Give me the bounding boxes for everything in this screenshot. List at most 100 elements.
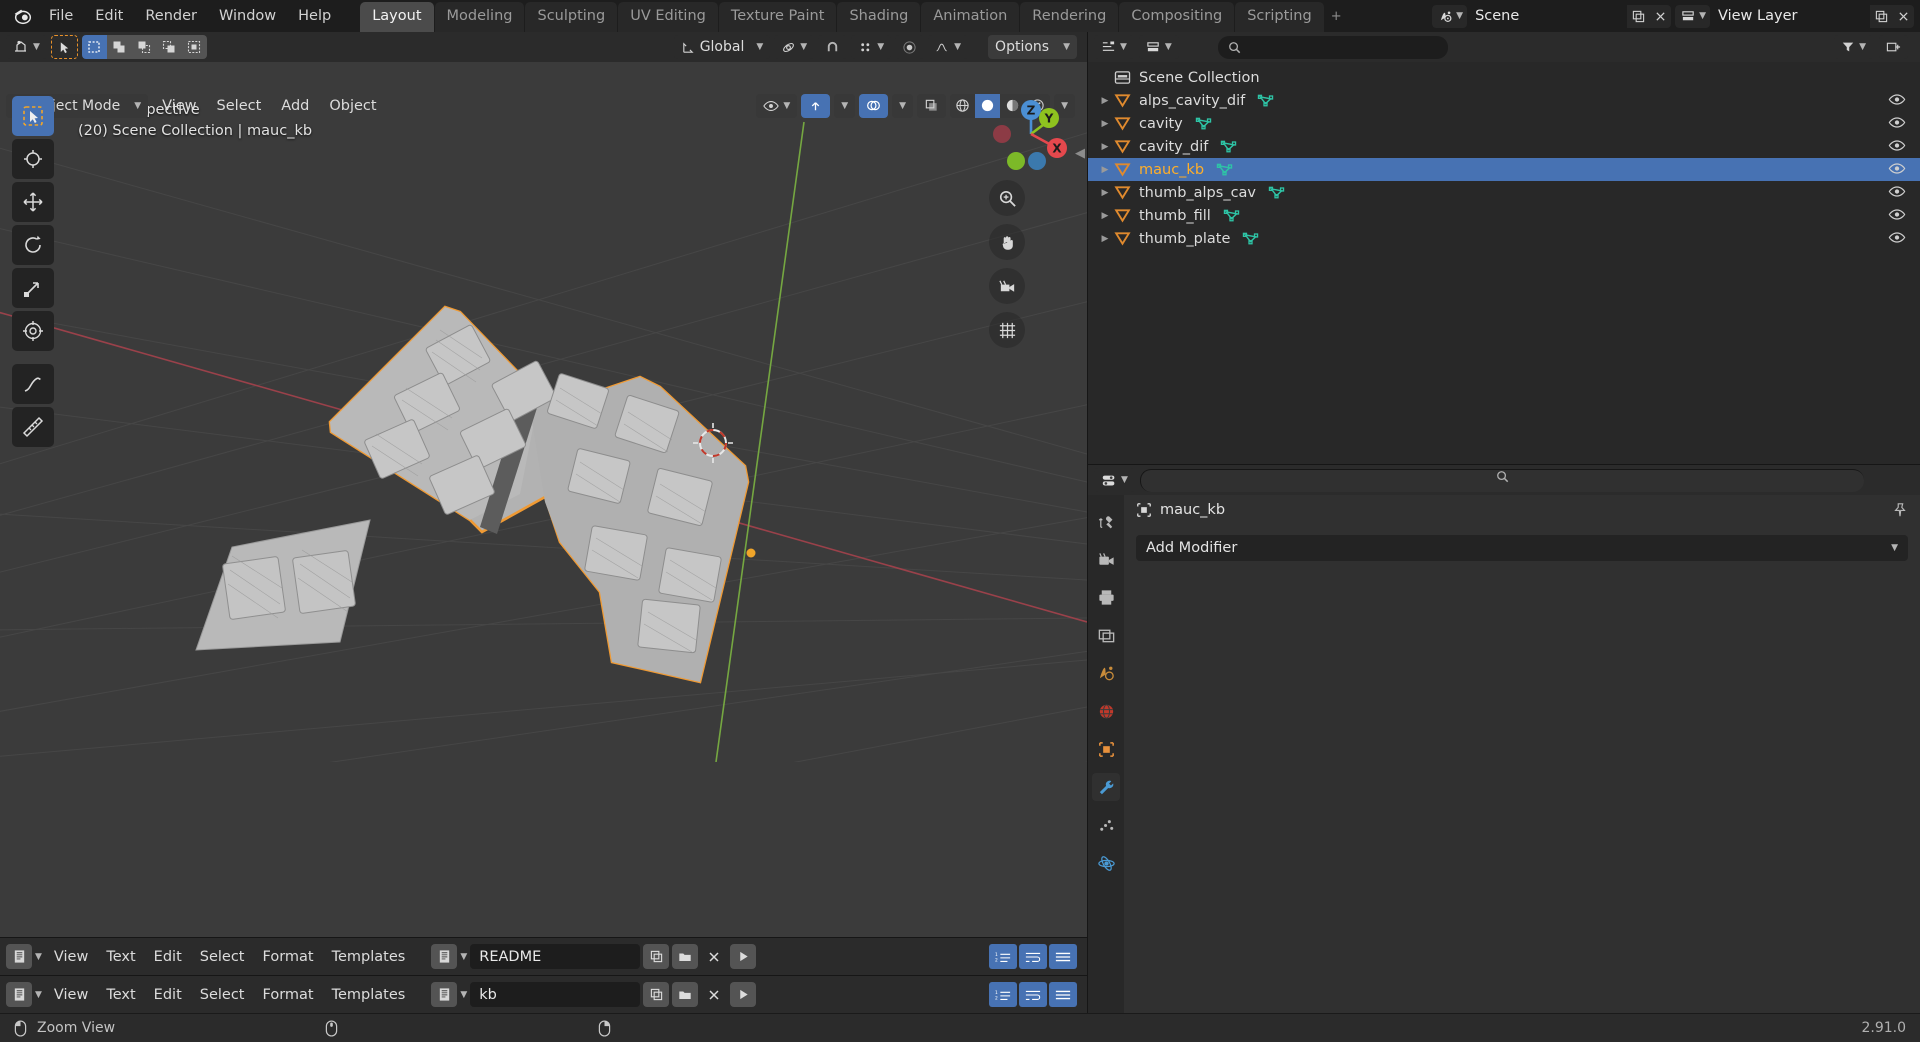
text-editor-2-menu-format[interactable]: Format [254, 984, 323, 1006]
top-menu-edit[interactable]: Edit [84, 4, 134, 28]
unlink-scene-icon[interactable] [1649, 4, 1672, 28]
workspace-tab-compositing[interactable]: Compositing [1119, 2, 1235, 32]
outliner-display-mode-dropdown[interactable]: ▼ [1138, 35, 1179, 59]
properties-tab-view-layer[interactable] [1092, 621, 1120, 649]
properties-editor-type-icon[interactable]: ▼ [1094, 468, 1135, 492]
text-editor-1-menu-view[interactable]: View [45, 946, 97, 968]
top-menu-help[interactable]: Help [287, 4, 342, 28]
syntax-highlight-icon[interactable] [1049, 944, 1077, 969]
scene-browse-icon[interactable]: ▼ [1432, 4, 1468, 28]
text-editor-1-menu-text[interactable]: Text [97, 946, 144, 968]
select-mode-set[interactable] [81, 35, 107, 59]
add-workspace-button[interactable]: + [1325, 5, 1348, 28]
syntax-highlight-icon[interactable] [1049, 982, 1077, 1007]
text-editor-2-open-icon[interactable] [672, 982, 699, 1007]
viewport-options-dropdown[interactable]: Options ▼ [988, 35, 1077, 59]
expand-arrow-icon[interactable]: ▶ [1096, 119, 1114, 129]
overlays-dropdown[interactable]: ▼ [892, 93, 914, 118]
word-wrap-icon[interactable] [1019, 944, 1047, 969]
view-layer-name-field[interactable]: View Layer [1710, 4, 1870, 28]
mesh-data-icon[interactable] [1223, 208, 1240, 223]
mesh-data-icon[interactable] [1220, 139, 1237, 154]
transform-orientation-dropdown[interactable]: Global ▼ [673, 35, 771, 59]
workspace-tab-uv-editing[interactable]: UV Editing [618, 2, 718, 32]
new-view-layer-icon[interactable] [1870, 4, 1892, 28]
select-tool-icon[interactable] [50, 35, 78, 59]
workspace-tab-layout[interactable]: Layout [360, 2, 434, 32]
outliner-row-thumb_alps_cav[interactable]: ▶ thumb_alps_cav [1088, 181, 1920, 204]
text-editor-1-menu-format[interactable]: Format [254, 946, 323, 968]
gizmo-icon[interactable] [801, 93, 831, 118]
outliner-search-input[interactable] [1217, 35, 1448, 59]
properties-tab-render[interactable] [1092, 545, 1120, 573]
text-editor-2-menu-view[interactable]: View [45, 984, 97, 1006]
word-wrap-icon[interactable] [1019, 982, 1047, 1007]
workspace-tab-rendering[interactable]: Rendering [1020, 2, 1119, 32]
expand-arrow-icon[interactable]: ▶ [1096, 234, 1114, 244]
text-editor-1-open-icon[interactable] [672, 944, 699, 969]
mesh-data-icon[interactable] [1257, 93, 1274, 108]
text-editor-1-menu-edit[interactable]: Edit [145, 946, 191, 968]
expand-arrow-icon[interactable]: ▶ [1096, 211, 1114, 221]
text-editor-2-menu-edit[interactable]: Edit [145, 984, 191, 1006]
top-menu-render[interactable]: Render [134, 4, 208, 28]
outliner-row-thumb_fill[interactable]: ▶ thumb_fill [1088, 204, 1920, 227]
outliner-row-cavity_dif[interactable]: ▶ cavity_dif [1088, 135, 1920, 158]
properties-tab-world[interactable] [1092, 697, 1120, 725]
text-editor-2-menu-text[interactable]: Text [97, 984, 144, 1006]
outliner-editor-type-icon[interactable]: ▼ [1094, 35, 1134, 59]
text-editor-2-menu-select[interactable]: Select [191, 984, 254, 1006]
text-editor-1-datablock-icon[interactable] [431, 944, 458, 969]
shading-wireframe-icon[interactable] [950, 93, 976, 118]
view-layer-selector[interactable]: ▼ View Layer [1675, 4, 1914, 28]
select-mode-subtract[interactable] [131, 35, 157, 59]
measure-tool[interactable] [12, 407, 54, 447]
expand-arrow-icon[interactable]: ▶ [1096, 165, 1114, 175]
outliner-row-alps_cavity_dif[interactable]: ▶ alps_cavity_dif [1088, 89, 1920, 112]
text-editor-1-run-icon[interactable] [730, 944, 757, 969]
mesh-data-icon[interactable] [1216, 162, 1233, 177]
workspace-tab-sculpting[interactable]: Sculpting [525, 2, 618, 32]
workspace-tab-shading[interactable]: Shading [837, 2, 921, 32]
expand-arrow-icon[interactable]: ▶ [1096, 142, 1114, 152]
pin-icon[interactable] [1892, 502, 1908, 518]
expand-arrow-icon[interactable]: ▶ [1096, 188, 1114, 198]
sidebar-collapse-arrow-icon[interactable]: ◀ [1075, 146, 1085, 161]
cursor-tool[interactable] [12, 139, 54, 179]
workspace-tab-modeling[interactable]: Modeling [434, 2, 525, 32]
outliner-visibility-eye-icon[interactable] [1888, 115, 1906, 130]
text-editor-2-unlink-icon[interactable] [701, 982, 727, 1007]
outliner-visibility-eye-icon[interactable] [1888, 230, 1906, 245]
scale-tool[interactable] [12, 268, 54, 308]
editor-type-icon[interactable]: ▼ [6, 35, 47, 59]
properties-tab-object[interactable] [1092, 735, 1120, 763]
text-editor-2-datablock-icon[interactable] [431, 982, 458, 1007]
text-editor-2-menu-templates[interactable]: Templates [323, 984, 415, 1006]
select-mode-intersect[interactable] [181, 35, 207, 59]
line-numbers-icon[interactable]: 12 [989, 944, 1017, 969]
viewport-menu-view[interactable]: View [153, 96, 205, 116]
properties-search-input[interactable] [1139, 468, 1864, 492]
overlays-icon[interactable] [859, 93, 889, 118]
text-editor-2-type-icon[interactable] [6, 982, 32, 1007]
top-menu-window[interactable]: Window [208, 4, 287, 28]
mesh-data-icon[interactable] [1242, 231, 1259, 246]
view-layer-browse-icon[interactable]: ▼ [1675, 4, 1710, 28]
mesh-data-icon[interactable] [1268, 185, 1285, 200]
text-editor-2-run-icon[interactable] [730, 982, 757, 1007]
outliner-visibility-eye-icon[interactable] [1888, 161, 1906, 176]
workspace-tab-scripting[interactable]: Scripting [1235, 2, 1324, 32]
text-editor-1-menu-templates[interactable]: Templates [323, 946, 415, 968]
properties-tab-particles[interactable] [1092, 811, 1120, 839]
text-editor-1-type-icon[interactable] [6, 944, 32, 969]
visibility-eye-icon[interactable]: ▼ [756, 93, 798, 118]
outliner-row-mauc_kb[interactable]: ▶ mauc_kb [1088, 158, 1920, 181]
text-editor-2-filename[interactable]: kb [470, 982, 641, 1007]
line-numbers-icon[interactable]: 12 [989, 982, 1017, 1007]
camera-icon[interactable] [989, 268, 1025, 304]
select-mode-invert[interactable] [156, 35, 182, 59]
proportional-falloff-dropdown[interactable]: ▼ [928, 35, 969, 59]
properties-tab-physics[interactable] [1092, 849, 1120, 877]
outliner-row-cavity[interactable]: ▶ cavity [1088, 112, 1920, 135]
viewport-canvas[interactable]: User Perspective (20) Scene Collection |… [0, 62, 1087, 937]
